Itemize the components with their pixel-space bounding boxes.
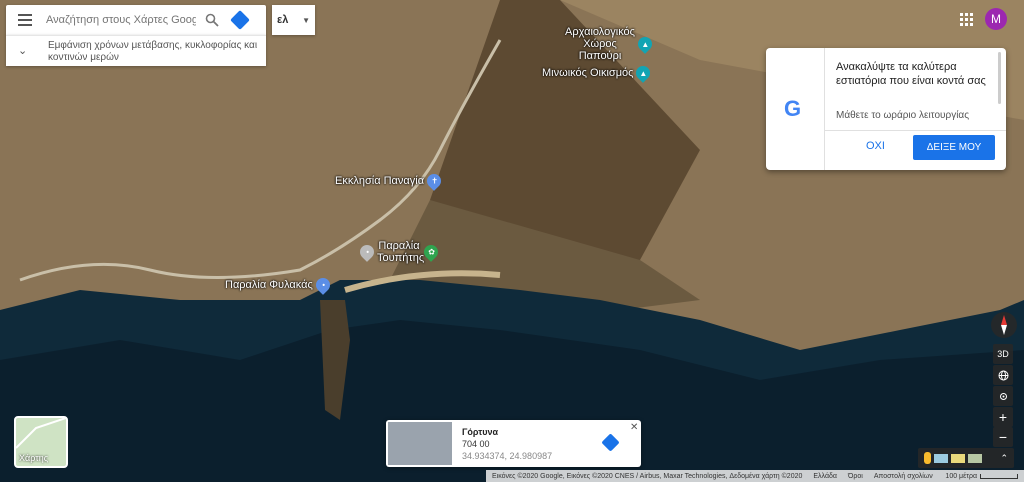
poi-archaeological-site[interactable]: Αρχαιολογικός Χώρος Παπούρι ▲ xyxy=(565,26,655,62)
imagery-thumb-2[interactable] xyxy=(951,453,965,463)
promo-scrollbar[interactable] xyxy=(998,52,1001,104)
terms-link[interactable]: Όροι xyxy=(848,473,863,480)
expand-icon[interactable]: ⌃ xyxy=(1000,453,1008,464)
compass-icon[interactable] xyxy=(991,312,1017,338)
chevron-down-icon: ⌄ xyxy=(18,45,28,57)
avatar[interactable]: M xyxy=(985,8,1007,30)
attribution-footer: Εικόνες ©2020 Google, Εικόνες ©2020 CNES… xyxy=(486,470,1024,482)
beach-pin-icon: • xyxy=(312,275,333,295)
country-link[interactable]: Ελλάδα xyxy=(813,473,837,480)
museum-pin-icon: ▲ xyxy=(635,34,655,54)
directions-icon[interactable] xyxy=(601,433,620,452)
my-location-icon[interactable] xyxy=(993,386,1013,406)
place-title: Γόρτυνα xyxy=(462,427,499,437)
3d-toggle-button[interactable]: 3D xyxy=(993,344,1013,364)
scale-bar xyxy=(980,473,1018,479)
promo-title: Ανακαλύψτε τα καλύτερα εστιατόρια που εί… xyxy=(836,61,986,87)
pegman-icon[interactable] xyxy=(924,452,931,464)
place-coordinates: 34.934374, 24.980987 xyxy=(462,451,553,461)
no-button[interactable]: ΟΧΙ xyxy=(866,140,885,152)
poi-beach-fylakas-label: Παραλία Φυλακάς xyxy=(225,279,313,291)
promo-separator xyxy=(824,130,1006,131)
search-icon[interactable] xyxy=(198,5,226,35)
show-me-button[interactable]: ΔΕΙΞΕ ΜΟΥ xyxy=(913,135,995,160)
poi-minoan-settlement[interactable]: Μινωικός Οικισμός ▲ xyxy=(542,63,654,83)
street-view-bar[interactable]: ⌃ xyxy=(918,448,1014,468)
museum-pin-icon: ▲ xyxy=(633,63,654,83)
language-select[interactable]: ελ ▼ xyxy=(272,5,315,35)
promo-divider xyxy=(824,48,825,170)
menu-icon[interactable] xyxy=(6,5,44,35)
church-pin-icon: ✝ xyxy=(424,171,444,191)
poi-beach-fylakas[interactable]: Παραλία Φυλακάς • xyxy=(225,275,333,295)
zoom-in-button[interactable]: + xyxy=(993,407,1013,427)
layer-toggle-label: Χάρτης xyxy=(19,453,49,463)
search-box xyxy=(6,5,266,35)
place-code: 704 00 xyxy=(462,439,490,449)
caret-down-icon: ▼ xyxy=(302,15,310,25)
globe-icon[interactable] xyxy=(993,365,1013,385)
imagery-attribution: Εικόνες ©2020 Google, Εικόνες ©2020 CNES… xyxy=(492,472,803,480)
place-card[interactable]: Γόρτυνα 704 00 34.934374, 24.980987 ✕ xyxy=(386,420,641,467)
poi-beach-toupitis-label: Παραλία Τουπήτης xyxy=(377,240,425,264)
language-label: ελ xyxy=(277,14,289,26)
poi-beach-toupitis[interactable]: • Παραλία Τουπήτης ✿ xyxy=(357,240,441,264)
scale-label: 100 μέτρα xyxy=(945,472,977,480)
poi-minoan-label: Μινωικός Οικισμός xyxy=(542,67,634,79)
poi-church-label: Εκκλησία Παναγία xyxy=(335,175,425,187)
imagery-thumb-3[interactable] xyxy=(968,453,982,463)
google-logo-icon: G xyxy=(784,96,802,121)
layer-toggle-button[interactable]: Χάρτης xyxy=(14,416,68,468)
poi-archaeological-label: Αρχαιολογικός Χώρος Παπούρι xyxy=(565,26,635,62)
promo-subtitle: Μάθετε το ωράριο λειτουργίας xyxy=(836,110,970,121)
search-input[interactable] xyxy=(44,13,198,27)
directions-icon[interactable] xyxy=(226,5,254,35)
imagery-thumb-1[interactable] xyxy=(934,453,948,463)
poi-church[interactable]: Εκκλησία Παναγία ✝ xyxy=(335,171,444,191)
feedback-link[interactable]: Αποστολή σχολίων xyxy=(874,473,933,480)
apps-grid-icon[interactable] xyxy=(960,13,973,26)
close-icon[interactable]: ✕ xyxy=(630,422,638,433)
zoom-out-button[interactable]: − xyxy=(993,427,1013,447)
place-pin-icon: • xyxy=(357,242,377,262)
traffic-hint-bar[interactable]: ⌄ Εμφάνιση χρόνων μετάβασης, κυκλοφορίας… xyxy=(6,35,266,66)
place-thumbnail[interactable] xyxy=(388,422,452,465)
beach-pin-icon: ✿ xyxy=(421,242,441,262)
restaurant-promo-card: G Ανακαλύψτε τα καλύτερα εστιατόρια που … xyxy=(766,48,1006,170)
scale-indicator[interactable]: 100 μέτρα xyxy=(945,473,1024,480)
traffic-hint-text: Εμφάνιση χρόνων μετάβασης, κυκλοφορίας κ… xyxy=(48,40,258,63)
